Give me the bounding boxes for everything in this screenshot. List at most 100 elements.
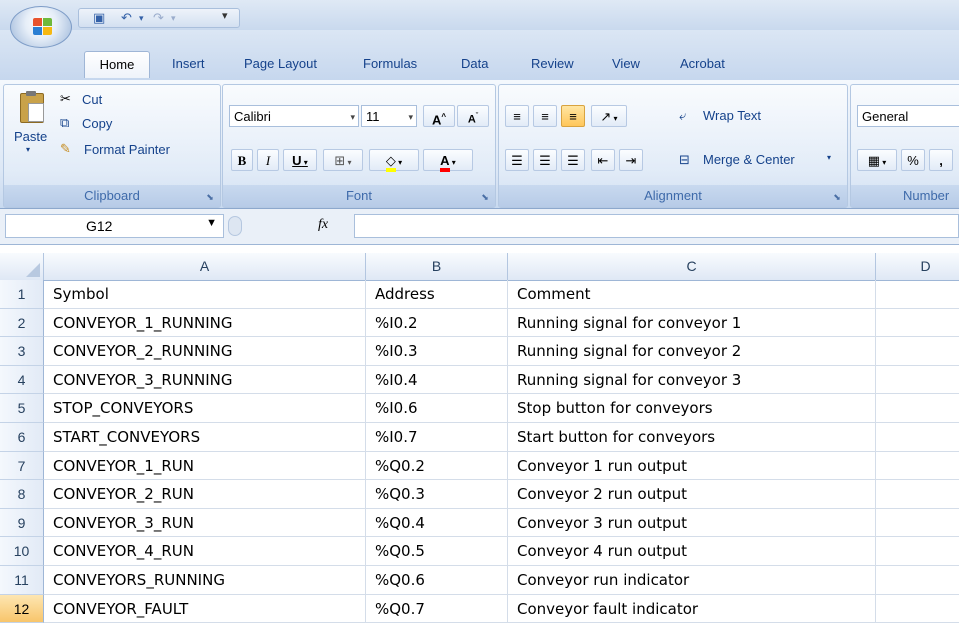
redo-dropdown-icon[interactable]: ▾ [171, 10, 176, 26]
cell-a[interactable]: CONVEYOR_2_RUN [44, 480, 366, 509]
cell-c[interactable]: Running signal for conveyor 1 [508, 308, 876, 338]
bold-button[interactable]: B [231, 149, 253, 171]
tab-home[interactable]: Home [84, 51, 150, 78]
cell-d[interactable] [876, 566, 959, 595]
cell-a[interactable]: CONVEYOR_3_RUNNING [44, 365, 366, 395]
italic-button[interactable]: I [257, 149, 279, 171]
cell-a[interactable]: Symbol [44, 280, 366, 309]
align-top-button[interactable]: ≡ [505, 105, 529, 127]
redo-icon[interactable]: ↷ [153, 10, 164, 26]
row-header[interactable]: 10 [0, 537, 44, 566]
cell-c[interactable]: Conveyor 3 run output [508, 508, 876, 538]
cell-b[interactable]: %I0.3 [366, 337, 508, 366]
format-painter-button[interactable]: ✎ Format Painter [60, 139, 216, 161]
font-size-combo[interactable]: 11 ▾ [361, 105, 417, 127]
cell-b[interactable]: %Q0.7 [366, 594, 508, 623]
row-header[interactable]: 5 [0, 394, 44, 423]
copy-button[interactable]: ⧉ Copy [60, 115, 130, 135]
cell-d[interactable] [876, 423, 959, 452]
row-header[interactable]: 9 [0, 508, 44, 538]
cell-a[interactable]: CONVEYOR_4_RUN [44, 537, 366, 566]
cell-d[interactable] [876, 595, 959, 623]
cell-c[interactable]: Conveyor 4 run output [508, 537, 876, 566]
row-header[interactable]: 11 [0, 566, 44, 595]
cell-b[interactable]: %I0.7 [366, 423, 508, 452]
undo-dropdown-icon[interactable]: ▾ [139, 10, 144, 26]
cell-b[interactable]: %Q0.5 [366, 537, 508, 566]
align-bottom-button[interactable]: ≡ [561, 105, 585, 127]
cell-a[interactable]: CONVEYOR_2_RUNNING [44, 337, 366, 366]
cell-c[interactable]: Stop button for conveyors [508, 394, 876, 423]
wrap-text-button[interactable]: ⤶ Wrap Text [679, 105, 799, 127]
grow-font-button[interactable]: A^ [423, 105, 455, 127]
column-header-c[interactable]: C [508, 253, 876, 280]
cell-a[interactable]: CONVEYOR_1_RUN [44, 451, 366, 481]
cell-a[interactable]: CONVEYOR_FAULT [44, 594, 366, 623]
row-header[interactable]: 12 [0, 594, 44, 623]
cell-c[interactable]: Conveyor run indicator [508, 566, 876, 595]
align-right-button[interactable]: ☰ [561, 149, 585, 171]
tab-page-layout[interactable]: Page Layout [244, 51, 317, 77]
cell-d[interactable] [876, 480, 959, 509]
cell-b[interactable]: %I0.4 [366, 365, 508, 395]
cell-b[interactable]: %Q0.4 [366, 508, 508, 538]
cell-d[interactable] [876, 509, 959, 538]
select-all-button[interactable] [0, 253, 44, 280]
cell-c[interactable]: Conveyor 1 run output [508, 451, 876, 481]
number-format-combo[interactable]: General [857, 105, 959, 127]
align-middle-button[interactable]: ≡ [533, 105, 557, 127]
save-icon[interactable]: ▣ [93, 10, 105, 26]
name-box[interactable]: G12 ▼ [5, 214, 224, 238]
row-header[interactable]: 4 [0, 365, 44, 395]
cell-c[interactable]: Conveyor fault indicator [508, 594, 876, 623]
paste-button[interactable]: Paste ▾ [10, 89, 54, 161]
tab-acrobat[interactable]: Acrobat [680, 51, 725, 77]
function-icon[interactable]: fx [318, 217, 328, 233]
clipboard-launcher-icon[interactable]: ⬊ [204, 191, 216, 203]
row-header[interactable]: 8 [0, 480, 44, 509]
formula-input[interactable] [354, 214, 959, 238]
tab-view[interactable]: View [612, 51, 640, 77]
tab-data[interactable]: Data [461, 51, 488, 77]
cell-a[interactable]: START_CONVEYORS [44, 423, 366, 452]
decrease-indent-button[interactable]: ⇤ [591, 149, 615, 171]
cell-a[interactable]: CONVEYOR_1_RUNNING [44, 308, 366, 338]
cell-b[interactable]: Address [366, 280, 508, 309]
cell-c[interactable]: Start button for conveyors [508, 423, 876, 452]
cell-b[interactable]: %I0.2 [366, 308, 508, 338]
accounting-format-button[interactable]: ▦ ▾ [857, 149, 897, 171]
align-center-button[interactable]: ☰ [533, 149, 557, 171]
tab-formulas[interactable]: Formulas [363, 51, 417, 77]
customize-qat-icon[interactable]: ▾ [222, 8, 228, 24]
row-header[interactable]: 3 [0, 337, 44, 366]
cell-c[interactable]: Comment [508, 280, 876, 309]
cell-c[interactable]: Running signal for conveyor 2 [508, 337, 876, 366]
font-color-button[interactable]: A ▾ [423, 149, 473, 172]
merge-center-button[interactable]: ⊟ Merge & Center ▾ [679, 149, 839, 171]
cell-a[interactable]: CONVEYOR_3_RUN [44, 508, 366, 538]
row-header[interactable]: 6 [0, 423, 44, 452]
align-left-button[interactable]: ☰ [505, 149, 529, 171]
cell-c[interactable]: Conveyor 2 run output [508, 480, 876, 509]
tab-review[interactable]: Review [531, 51, 574, 77]
column-header-a[interactable]: A [44, 253, 366, 280]
percent-button[interactable]: % [901, 149, 925, 171]
office-button[interactable] [10, 6, 72, 48]
row-header[interactable]: 7 [0, 451, 44, 481]
cell-b[interactable]: %I0.6 [366, 394, 508, 423]
column-header-d[interactable]: D [876, 253, 959, 280]
fill-color-button[interactable]: ◇ ▾ [369, 149, 419, 172]
orientation-button[interactable]: ↗ ▾ [591, 105, 627, 127]
shrink-font-button[interactable]: Aˇ [457, 105, 489, 127]
cell-d[interactable] [876, 366, 959, 395]
cell-d[interactable] [876, 537, 959, 566]
tab-insert[interactable]: Insert [172, 51, 205, 77]
column-header-b[interactable]: B [366, 253, 508, 280]
row-header[interactable]: 1 [0, 280, 44, 309]
increase-indent-button[interactable]: ⇥ [619, 149, 643, 171]
alignment-launcher-icon[interactable]: ⬊ [831, 191, 843, 203]
cell-b[interactable]: %Q0.6 [366, 566, 508, 595]
cell-d[interactable] [876, 394, 959, 423]
cell-d[interactable] [876, 309, 959, 338]
cell-d[interactable] [876, 452, 959, 481]
